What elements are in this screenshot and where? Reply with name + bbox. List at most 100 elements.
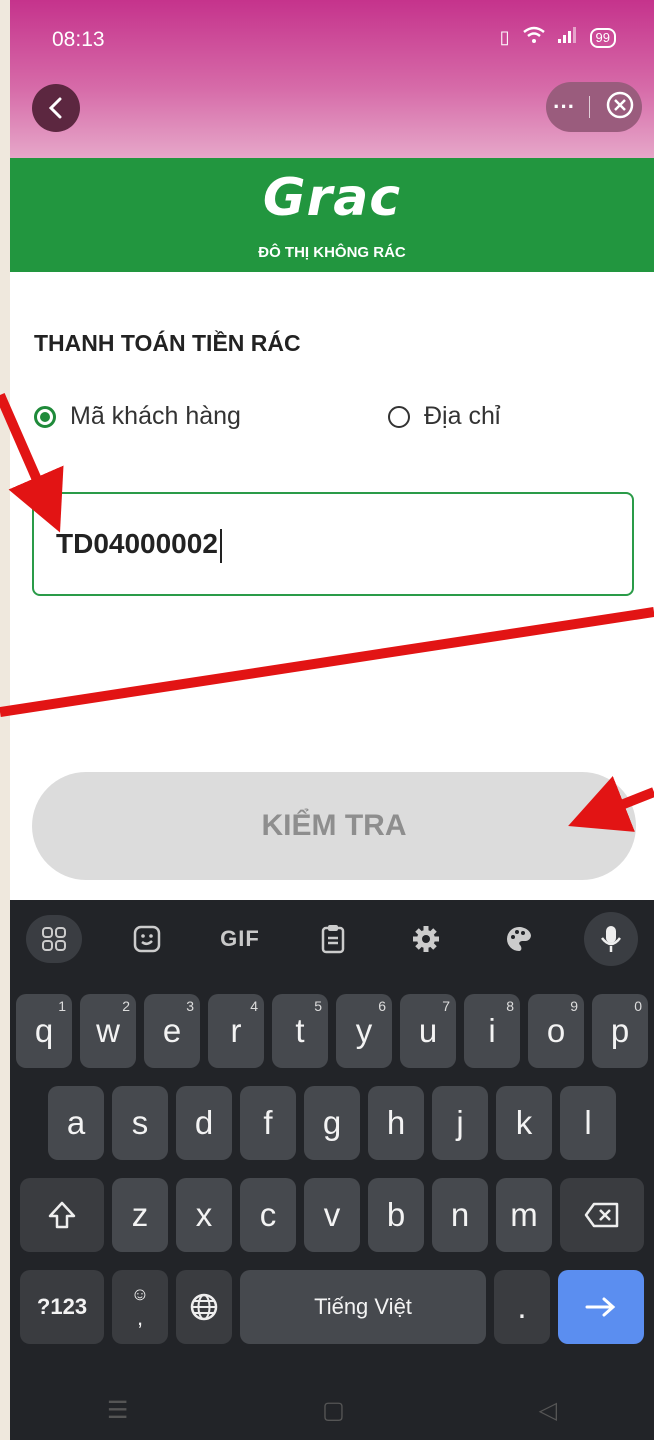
key-x[interactable]: x: [176, 1178, 232, 1252]
gif-icon[interactable]: GIF: [212, 915, 268, 963]
key-r[interactable]: 4r: [208, 994, 264, 1068]
key-letter: t: [295, 1012, 305, 1049]
key-g[interactable]: g: [304, 1086, 360, 1160]
text-caret: [219, 528, 222, 563]
globe-icon: [190, 1293, 218, 1321]
key-s[interactable]: s: [112, 1086, 168, 1160]
key-letter: e: [162, 1012, 182, 1049]
status-icons: ▯ 99: [500, 26, 616, 49]
arrow-right-icon: [585, 1297, 616, 1317]
key-digit-hint: 8: [506, 998, 514, 1014]
enter-key[interactable]: [558, 1270, 644, 1344]
brand-tagline: ĐÔ THỊ KHÔNG RÁC: [258, 244, 406, 261]
menu-nav-icon[interactable]: ☰: [107, 1396, 129, 1425]
radio-address[interactable]: Địa chỉ: [388, 402, 500, 431]
globe-key[interactable]: [176, 1270, 232, 1344]
radio-selected-icon[interactable]: [34, 405, 56, 428]
key-y[interactable]: 6y: [336, 994, 392, 1068]
soft-keyboard: GIF 1q2w3e4r5t6y7u8i9o0p asdfghjkl zxcvb…: [10, 900, 654, 1440]
more-icon[interactable]: ···: [553, 94, 575, 120]
space-key[interactable]: Tiếng Việt: [240, 1270, 486, 1344]
backspace-icon: [584, 1202, 619, 1228]
theme-palette-icon[interactable]: [491, 915, 547, 963]
key-m[interactable]: m: [496, 1178, 552, 1252]
close-icon[interactable]: [605, 90, 635, 125]
key-digit-hint: 6: [378, 998, 386, 1014]
key-p[interactable]: 0p: [592, 994, 648, 1068]
symbols-key[interactable]: ?123: [20, 1270, 104, 1344]
key-digit-hint: 2: [122, 998, 130, 1014]
shift-icon: [48, 1201, 76, 1229]
key-n[interactable]: n: [432, 1178, 488, 1252]
key-z[interactable]: z: [112, 1178, 168, 1252]
key-digit-hint: 0: [634, 998, 642, 1014]
microphone-icon[interactable]: [584, 912, 638, 966]
phone-screen: 08:13 ▯ 99 ··· Grac ĐÔ THỊ KHÔNG RÁC THA…: [10, 0, 654, 1440]
mini-app-menu[interactable]: ···: [546, 82, 642, 132]
key-row-3: zxcvbnm: [10, 1178, 654, 1252]
key-o[interactable]: 9o: [528, 994, 584, 1068]
key-h[interactable]: h: [368, 1086, 424, 1160]
key-f[interactable]: f: [240, 1086, 296, 1160]
comma-label: ,: [136, 1304, 144, 1330]
key-e[interactable]: 3e: [144, 994, 200, 1068]
radio-customer-label: Mã khách hàng: [70, 402, 241, 430]
key-d[interactable]: d: [176, 1086, 232, 1160]
radio-unselected-icon[interactable]: [388, 405, 410, 428]
vibrate-icon: ▯: [499, 27, 510, 47]
backspace-key[interactable]: [560, 1178, 644, 1252]
key-letter: r: [230, 1012, 242, 1049]
status-time: 08:13: [52, 28, 105, 51]
clipboard-icon[interactable]: [305, 915, 361, 963]
check-button[interactable]: KIỂM TRA: [32, 772, 636, 880]
key-i[interactable]: 8i: [464, 994, 520, 1068]
home-nav-icon[interactable]: ▢: [322, 1396, 345, 1425]
emoji-comma-key[interactable]: ☺ ,: [112, 1270, 168, 1344]
key-letter: y: [355, 1012, 373, 1049]
keyboard-toolbar: GIF: [10, 900, 654, 978]
key-w[interactable]: 2w: [80, 994, 136, 1068]
key-digit-hint: 1: [58, 998, 66, 1014]
radio-customer-code[interactable]: Mã khách hàng: [34, 402, 241, 431]
shift-key[interactable]: [20, 1178, 104, 1252]
key-letter: w: [96, 1012, 120, 1049]
key-row-2: asdfghjkl: [10, 1086, 654, 1160]
apps-grid-icon[interactable]: [26, 915, 82, 963]
key-letter: i: [488, 1012, 496, 1049]
key-digit-hint: 7: [442, 998, 450, 1014]
key-q[interactable]: 1q: [16, 994, 72, 1068]
brand-banner: Grac ĐÔ THỊ KHÔNG RÁC: [10, 158, 654, 272]
brand-logo: Grac: [262, 168, 402, 228]
signal-icon: [557, 27, 578, 48]
key-digit-hint: 5: [314, 998, 322, 1014]
system-nav-bar: ☰ ▢ ◁: [10, 1380, 654, 1440]
key-c[interactable]: c: [240, 1178, 296, 1252]
key-digit-hint: 4: [250, 998, 258, 1014]
key-l[interactable]: l: [560, 1086, 616, 1160]
radio-address-label: Địa chỉ: [424, 402, 501, 430]
emoji-icon: ☺: [130, 1283, 150, 1304]
key-letter: p: [610, 1012, 630, 1049]
back-button[interactable]: [32, 84, 80, 132]
background-strip: [0, 0, 10, 1440]
key-u[interactable]: 7u: [400, 994, 456, 1068]
key-letter: u: [418, 1012, 438, 1049]
key-digit-hint: 9: [570, 998, 578, 1014]
key-letter: o: [546, 1012, 566, 1049]
key-b[interactable]: b: [368, 1178, 424, 1252]
key-row-4: ?123 ☺ , Tiếng Việt .: [10, 1270, 654, 1344]
sticker-icon[interactable]: [119, 915, 175, 963]
input-value: TD04000002: [56, 528, 218, 559]
period-key[interactable]: .: [494, 1270, 550, 1344]
key-letter: q: [34, 1012, 54, 1049]
pill-divider: [589, 96, 591, 118]
settings-gear-icon[interactable]: [398, 915, 454, 963]
key-k[interactable]: k: [496, 1086, 552, 1160]
key-v[interactable]: v: [304, 1178, 360, 1252]
key-j[interactable]: j: [432, 1086, 488, 1160]
key-a[interactable]: a: [48, 1086, 104, 1160]
key-t[interactable]: 5t: [272, 994, 328, 1068]
customer-code-input[interactable]: TD04000002: [32, 492, 634, 596]
back-nav-icon[interactable]: ◁: [539, 1396, 557, 1425]
key-digit-hint: 3: [186, 998, 194, 1014]
